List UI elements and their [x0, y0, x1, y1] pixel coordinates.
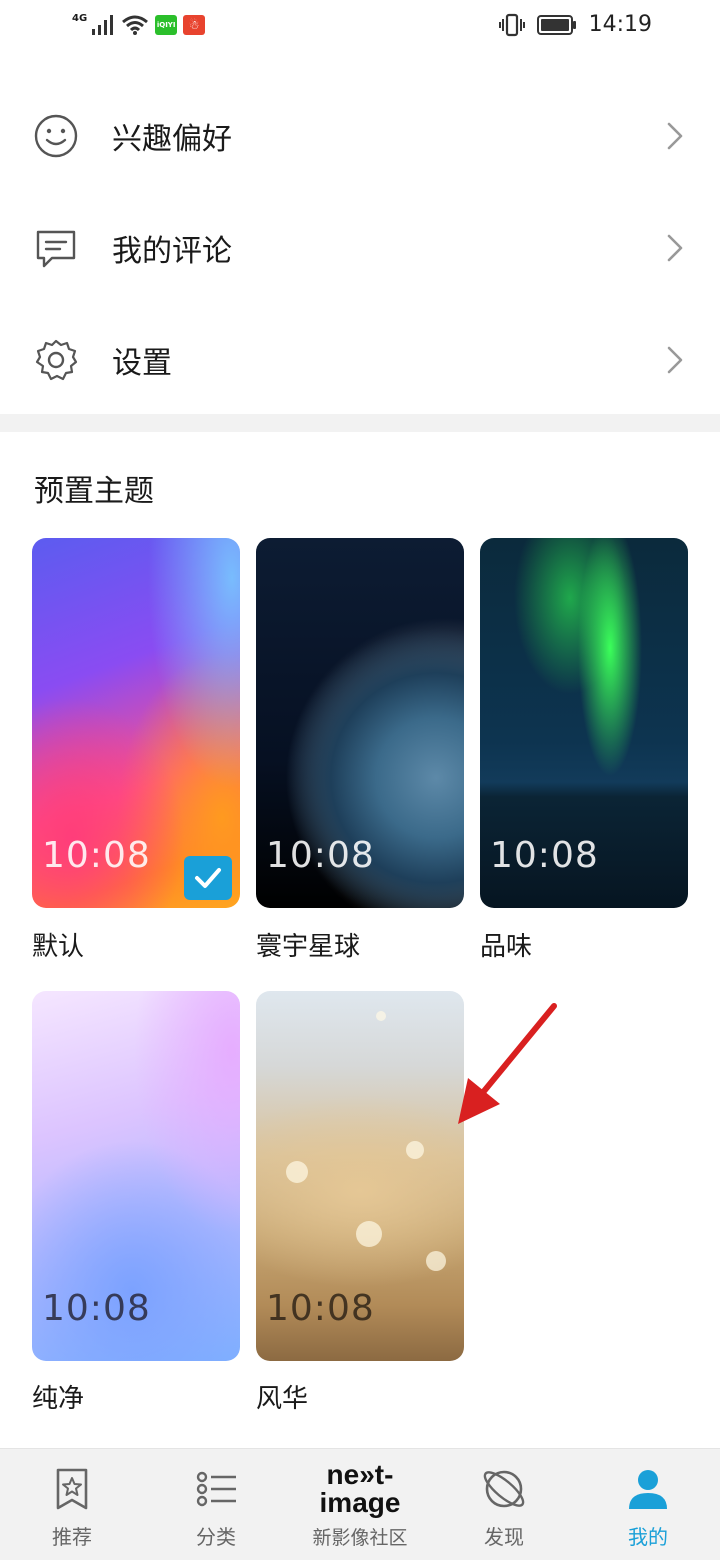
theme-card-default[interactable]: 10:08 — [32, 538, 240, 908]
status-icons-left: 4G iQIYI ☃ — [72, 12, 206, 36]
iqiyi-icon-text: iQIYI — [156, 21, 176, 29]
wifi-icon — [122, 15, 149, 35]
nav-label-category: 分类 — [196, 1525, 236, 1549]
settings-menu: 兴趣偏好 我的评论 设置 — [0, 80, 720, 416]
chevron-right-icon — [667, 122, 683, 150]
battery-icon — [536, 14, 576, 35]
checkmark-icon — [195, 868, 221, 888]
theme-name-pure: 纯净 — [32, 1384, 85, 1414]
theme-name-elegance: 风华 — [256, 1384, 309, 1414]
comment-icon — [36, 230, 76, 268]
theme-name-universe: 寰宇星球 — [256, 932, 361, 962]
clock: 14:19 — [588, 12, 652, 37]
bookmark-star-icon — [56, 1468, 88, 1510]
section-divider — [0, 414, 720, 432]
sparkle — [426, 1251, 446, 1271]
nav-label-community: 新影像社区 — [312, 1527, 408, 1549]
menu-item-interests[interactable]: 兴趣偏好 — [0, 80, 720, 192]
nav-label-discover: 发现 — [484, 1525, 524, 1549]
theme-card-universe[interactable]: 10:08 — [256, 538, 464, 908]
nav-tab-mine[interactable]: 我的 — [576, 1449, 720, 1560]
nav-tab-community[interactable]: ne»t- image 新影像社区 — [288, 1449, 432, 1560]
menu-label-settings: 设置 — [112, 346, 172, 381]
sparkle — [376, 1011, 386, 1021]
nav-tab-recommend[interactable]: 推荐 — [0, 1449, 144, 1560]
sparkle — [356, 1221, 382, 1247]
theme-name-taste: 品味 — [480, 932, 533, 962]
theme-card-pure[interactable]: 10:08 — [32, 991, 240, 1361]
theme-name-default: 默认 — [32, 932, 85, 962]
person-icon — [629, 1470, 667, 1509]
theme-card-taste[interactable]: 10:08 — [480, 538, 688, 908]
theme-preview-clock: 10:08 — [42, 1288, 151, 1329]
next-image-logo: ne»t- image — [320, 1461, 401, 1517]
menu-item-settings[interactable]: 设置 — [0, 304, 720, 416]
status-icons-right: 14:19 — [498, 12, 652, 37]
signal-icon — [92, 15, 114, 35]
gear-icon — [35, 339, 78, 381]
nav-label-recommend: 推荐 — [52, 1525, 92, 1549]
theme-preview-clock: 10:08 — [490, 835, 599, 876]
nav-tab-category[interactable]: 分类 — [144, 1449, 288, 1560]
logo-line-2: image — [319, 1487, 401, 1518]
status-bar: 4G iQIYI ☃ 14:19 — [0, 0, 720, 56]
menu-item-comments[interactable]: 我的评论 — [0, 192, 720, 304]
preset-themes-title: 预置主题 — [34, 474, 154, 509]
nav-label-mine: 我的 — [628, 1525, 668, 1549]
theme-preview-clock: 10:08 — [266, 835, 375, 876]
chevron-right-icon — [667, 234, 683, 262]
bottom-navigation: 推荐 分类 ne»t- image 新影像社区 发现 我的 — [0, 1448, 720, 1560]
list-icon — [196, 1471, 236, 1507]
notification-app-icon: ☃ — [183, 15, 206, 35]
menu-label-interests: 兴趣偏好 — [112, 122, 232, 157]
planet-icon — [483, 1470, 525, 1508]
selected-check-badge — [184, 856, 232, 900]
nav-tab-discover[interactable]: 发现 — [432, 1449, 576, 1560]
theme-preview-clock: 10:08 — [266, 1288, 375, 1329]
annotation-arrow-icon — [458, 1003, 557, 1124]
network-type: 4G — [72, 12, 88, 24]
chevron-right-icon — [667, 346, 683, 374]
smiley-icon — [34, 114, 78, 158]
vibrate-icon — [498, 13, 525, 36]
iqiyi-app-icon: iQIYI — [155, 15, 178, 35]
sparkle — [406, 1141, 424, 1159]
theme-card-elegance[interactable]: 10:08 — [256, 991, 464, 1361]
theme-preview-clock: 10:08 — [42, 835, 151, 876]
sparkle — [286, 1161, 308, 1183]
menu-label-comments: 我的评论 — [112, 234, 232, 269]
logo-line-1: ne»t- — [326, 1459, 394, 1490]
